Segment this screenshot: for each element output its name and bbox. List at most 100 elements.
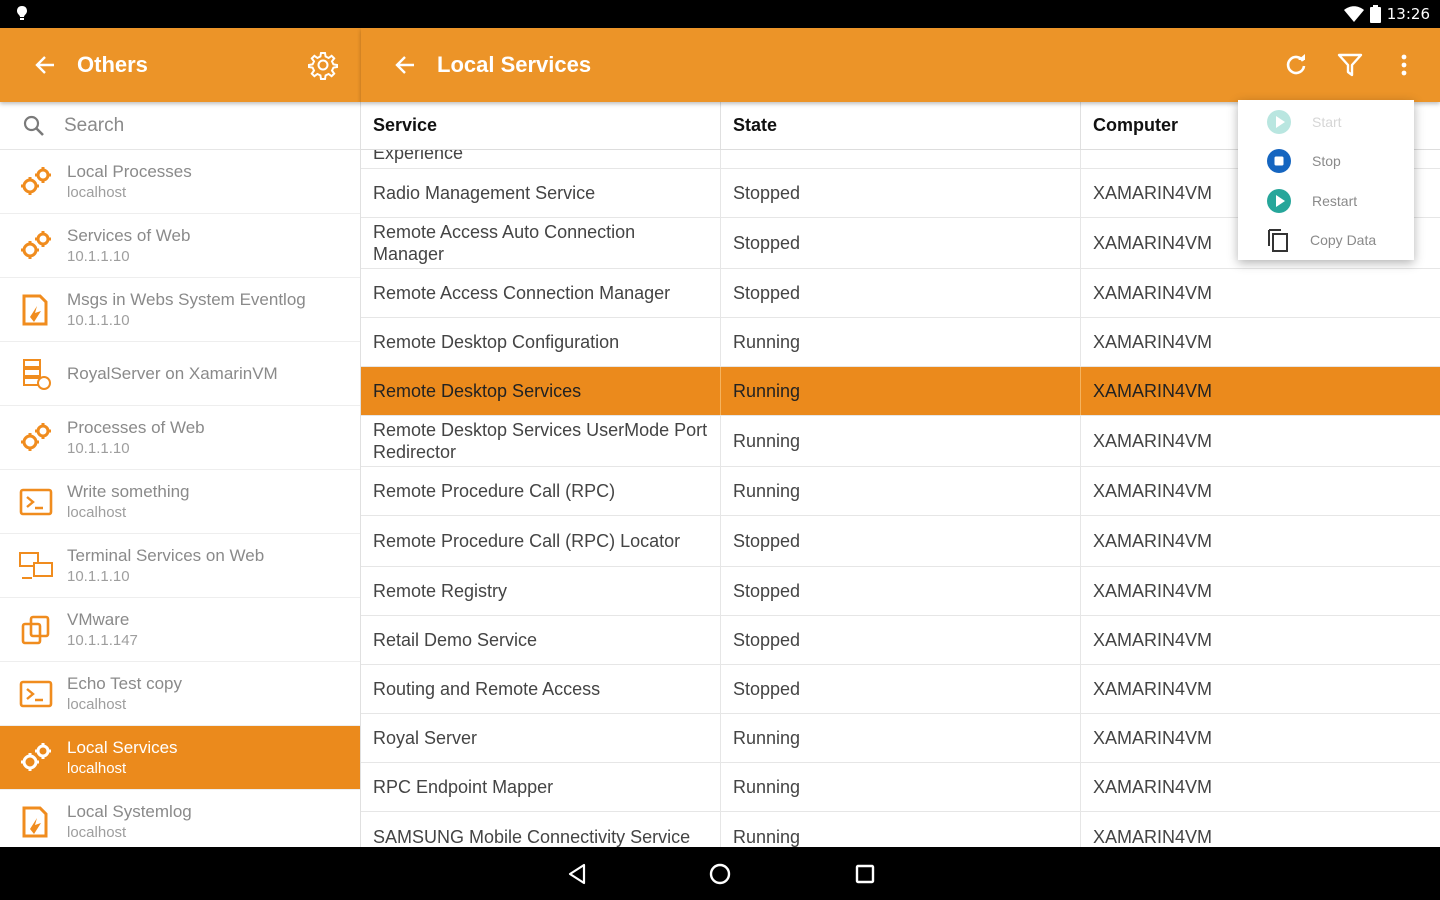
table-row[interactable]: Remote Procedure Call (RPC) Locator Stopp…: [361, 516, 1440, 567]
refresh-icon[interactable]: [1279, 48, 1313, 82]
cell-service: Remote Procedure Call (RPC): [361, 467, 721, 515]
table-row[interactable]: Remote Desktop Services UserMode Port Re…: [361, 416, 1440, 467]
gears-icon: [18, 228, 54, 264]
sidebar-item-subtitle: 10.1.1.10: [67, 439, 130, 457]
nav-recents-icon[interactable]: [852, 861, 878, 887]
cell-computer: XAMARIN4VM: [1093, 827, 1213, 847]
nav-home-icon[interactable]: [707, 861, 733, 887]
sidebar-item[interactable]: Local Systemlog localhost: [0, 790, 360, 847]
sidebar-item-subtitle: localhost: [67, 503, 127, 521]
sidebar-item[interactable]: VMware 10.1.1.147: [0, 598, 360, 662]
sidebar-list: Local Processes localhost Services of Web 1…: [0, 150, 360, 847]
sidebar-item-subtitle: localhost: [67, 759, 127, 777]
sidebar-item[interactable]: RoyalServer on XamarinVM: [0, 342, 360, 406]
cell-computer: XAMARIN4VM: [1093, 381, 1213, 401]
table-row[interactable]: SAMSUNG Mobile Connectivity Service Runni…: [361, 812, 1440, 847]
table-row[interactable]: Remote Desktop Services Running XAMARIN4VM: [361, 367, 1440, 416]
sidebar-item-title: Services of Web: [67, 225, 191, 245]
left-appbar: Others: [0, 28, 361, 102]
cell-service: Experience: [361, 150, 721, 168]
cell-service: Remote Access Connection Manager: [361, 269, 721, 317]
sidebar-item-title: RoyalServer on XamarinVM: [67, 363, 278, 383]
back-arrow-icon[interactable]: [30, 50, 60, 80]
cell-service: Remote Access Auto Connection Manager: [361, 218, 721, 268]
menu-item-copy-data[interactable]: Copy Data: [1238, 221, 1414, 261]
notification-icon: [17, 6, 27, 20]
sidebar-item[interactable]: Write something localhost: [0, 470, 360, 534]
status-bar: 13:26: [0, 0, 1440, 28]
back-arrow-icon[interactable]: [390, 50, 420, 80]
table-row[interactable]: Remote Procedure Call (RPC) Running XAMARI…: [361, 467, 1440, 516]
right-panel-title: Local Services: [437, 52, 592, 77]
sidebar-item[interactable]: Processes of Web 10.1.1.10: [0, 406, 360, 470]
sidebar-item-subtitle: 10.1.1.10: [67, 311, 130, 329]
gears-icon: [18, 164, 54, 200]
table-row[interactable]: Routing and Remote Access Stopped XAMARIN4…: [361, 665, 1440, 714]
nav-back-icon[interactable]: [564, 861, 590, 887]
cell-state: Stopped: [721, 269, 1081, 317]
sidebar-item[interactable]: Terminal Services on Web 10.1.1.10: [0, 534, 360, 598]
sidebar-item-subtitle: 10.1.1.147: [67, 631, 138, 649]
column-header-service[interactable]: Service: [361, 102, 721, 149]
eventlog-icon: [18, 804, 54, 840]
table-row[interactable]: RPC Endpoint Mapper Running XAMARIN4VM: [361, 763, 1440, 812]
sidebar-item-title: Local Services: [67, 737, 178, 757]
cell-state: Running: [721, 416, 1081, 466]
cell-service: Remote Desktop Services: [361, 367, 721, 415]
more-vert-icon[interactable]: [1387, 48, 1421, 82]
cell-computer: XAMARIN4VM: [1093, 283, 1213, 303]
column-header-state[interactable]: State: [721, 102, 1081, 149]
cell-state: Stopped: [721, 616, 1081, 664]
vmware-icon: [18, 612, 54, 648]
cell-state: [721, 150, 1081, 168]
menu-item-restart[interactable]: Restart: [1238, 181, 1414, 221]
sidebar-item-title: Msgs in Webs System Eventlog: [67, 289, 306, 309]
table-row[interactable]: Retail Demo Service Stopped XAMARIN4VM: [361, 616, 1440, 665]
right-appbar: Local Services: [361, 28, 1440, 102]
cell-computer: XAMARIN4VM: [1093, 679, 1213, 699]
cell-state: Stopped: [721, 169, 1081, 217]
cell-service: Radio Management Service: [361, 169, 721, 217]
cell-service: Remote Procedure Call (RPC) Locator: [361, 516, 721, 566]
table-row[interactable]: Remote Registry Stopped XAMARIN4VM: [361, 567, 1440, 616]
cell-state: Running: [721, 763, 1081, 811]
table-row[interactable]: Royal Server Running XAMARIN4VM: [361, 714, 1440, 763]
gears-icon: [18, 740, 54, 776]
cell-computer: XAMARIN4VM: [1093, 630, 1213, 650]
left-panel-title: Others: [77, 52, 148, 77]
sidebar-item-title: Write something: [67, 481, 190, 501]
sidebar-item-title: Processes of Web: [67, 417, 205, 437]
sidebar-item-title: Echo Test copy: [67, 673, 182, 693]
table-row[interactable]: Remote Access Connection Manager Stopped X…: [361, 269, 1440, 318]
search-placeholder: Search: [64, 114, 125, 136]
cell-service: RPC Endpoint Mapper: [361, 763, 721, 811]
stop-circle-icon: [1266, 148, 1292, 174]
sidebar-item[interactable]: Local Processes localhost: [0, 150, 360, 214]
cell-service: Remote Desktop Services UserMode Port Re…: [361, 416, 721, 466]
sidebar-item[interactable]: Msgs in Webs System Eventlog 10.1.1.10: [0, 278, 360, 342]
table-row[interactable]: Remote Desktop Configuration Running XAMAR…: [361, 318, 1440, 367]
menu-item-stop[interactable]: Stop: [1238, 142, 1414, 182]
cell-computer: XAMARIN4VM: [1093, 728, 1213, 748]
status-time: 13:26: [1386, 5, 1430, 23]
copy-icon: [1266, 227, 1290, 253]
play-circle-icon: [1266, 109, 1292, 135]
context-popup-menu: Start Stop Restart Copy Data: [1238, 100, 1414, 260]
cell-computer: XAMARIN4VM: [1093, 431, 1213, 451]
sidebar-item[interactable]: Echo Test copy localhost: [0, 662, 360, 726]
cell-service: SAMSUNG Mobile Connectivity Service: [361, 812, 721, 847]
terminal-icon: [18, 484, 54, 520]
cell-computer: XAMARIN4VM: [1093, 332, 1213, 352]
menu-item-start: Start: [1238, 102, 1414, 142]
settings-gear-icon[interactable]: [306, 48, 340, 82]
cell-state: Stopped: [721, 218, 1081, 268]
cell-state: Running: [721, 812, 1081, 847]
search-input[interactable]: Search: [0, 102, 360, 150]
cell-computer: XAMARIN4VM: [1093, 581, 1213, 601]
sidebar-item-title: Local Processes: [67, 161, 192, 181]
filter-icon[interactable]: [1333, 48, 1367, 82]
sidebar-item[interactable]: Local Services localhost: [0, 726, 360, 790]
sidebar-item[interactable]: Services of Web 10.1.1.10: [0, 214, 360, 278]
sidebar-item-subtitle: 10.1.1.10: [67, 247, 130, 265]
search-icon: [23, 115, 44, 136]
